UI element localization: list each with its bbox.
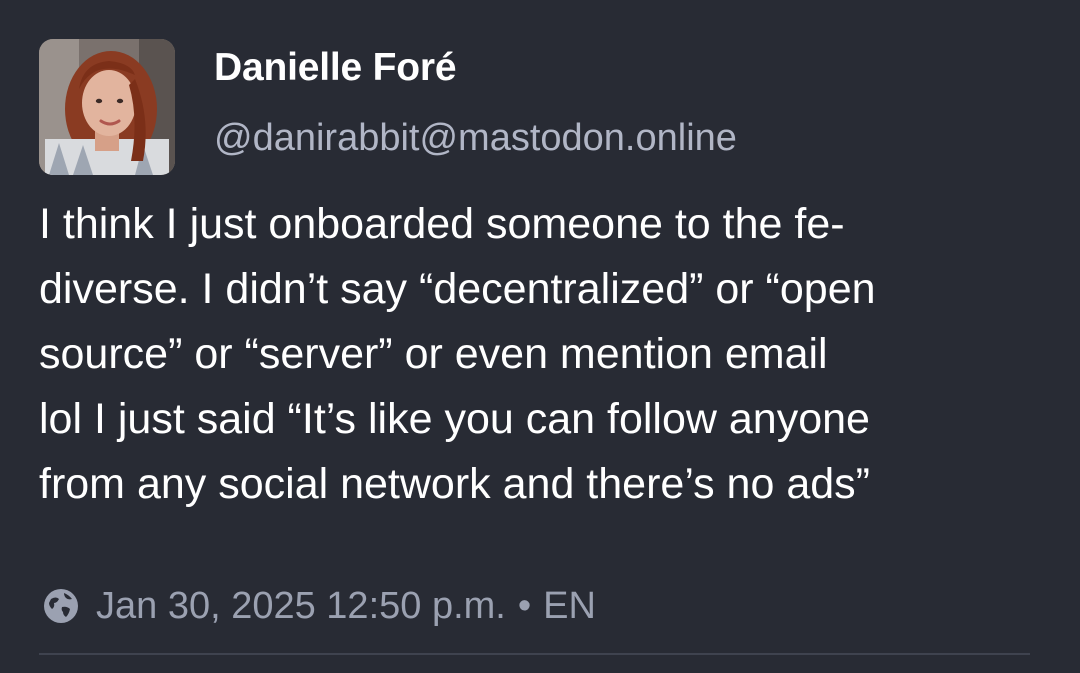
divider [39,653,1030,655]
post-timestamp[interactable]: Jan 30, 2025 12:50 p.m. [96,585,506,628]
author-display-name[interactable]: Danielle Foré [214,44,457,92]
author-handle[interactable]: @danirabbit@mastodon.online [214,114,737,162]
avatar-image [39,39,175,175]
post-content-line: source” or “server” or even mention emai… [39,330,828,378]
meta-separator: • [517,584,532,627]
post-meta: Jan 30, 2025 12:50 p.m. • EN [42,581,596,631]
avatar[interactable] [39,39,175,175]
post-content-line: diverse. I didn’t say “decentralized” or… [39,265,876,313]
post-content-line: I think I just onboarded someone to the … [39,200,845,248]
post-content: I think I just onboarded someone to the … [39,192,1039,517]
post-content-line: lol I just said “It’s like you can follo… [39,395,870,443]
globe-icon [42,587,80,625]
post-content-line: from any social network and there’s no a… [39,460,870,508]
post-card: Danielle Foré @danirabbit@mastodon.onlin… [0,0,1080,673]
post-language: EN [543,584,596,627]
